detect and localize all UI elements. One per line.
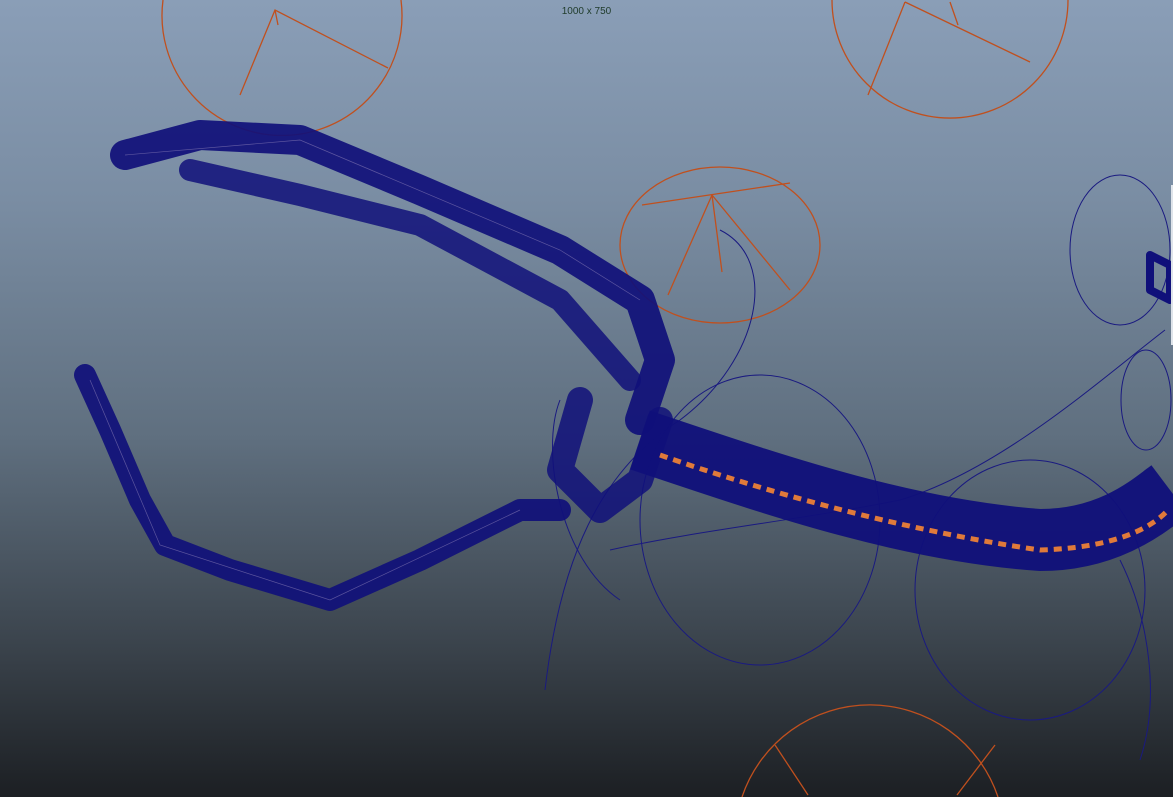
control-circle-lines [239,9,389,96]
resolution-gate-label: 1000 x 750 [561,6,612,17]
control-circle[interactable] [831,0,1069,119]
control-circle-lines [641,182,791,296]
control-circle-lines [774,744,996,796]
pliers-wireframe[interactable] [74,120,1173,611]
control-curves[interactable] [161,0,1069,797]
wireframe-scene[interactable] [0,0,1173,797]
3d-viewport[interactable]: 1000 x 750 [0,0,1173,797]
control-circle[interactable] [161,0,403,137]
control-circle[interactable] [741,704,999,797]
